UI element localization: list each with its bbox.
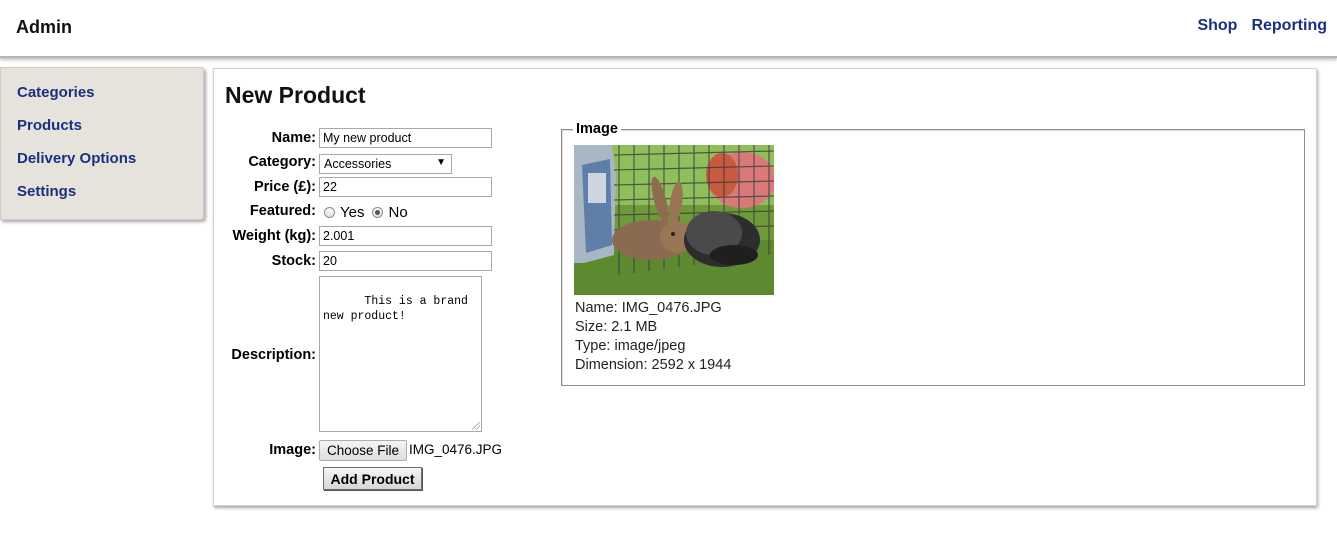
image-fieldset: Image Name: IMG_0476.JPG Size: 2.1 MB Ty… <box>561 121 1305 386</box>
image-info-size: Size: 2.1 MB <box>575 319 658 335</box>
stock-input[interactable] <box>319 251 492 271</box>
resize-grip-icon[interactable] <box>472 422 480 430</box>
rabbits-photo <box>574 145 774 295</box>
product-image-preview <box>574 145 774 295</box>
sidebar-item-products[interactable]: Products <box>17 117 203 150</box>
sidebar-item-categories[interactable]: Categories <box>17 84 203 117</box>
name-input[interactable] <box>319 128 492 148</box>
image-info-name: Name: IMG_0476.JPG <box>575 300 722 316</box>
nav-shop-link[interactable]: Shop <box>1197 17 1237 35</box>
sidebar-item-settings[interactable]: Settings <box>17 183 203 216</box>
top-header: Admin Shop Reporting <box>0 0 1337 58</box>
weight-input[interactable] <box>319 226 492 246</box>
description-label: Description: <box>231 347 316 363</box>
weight-label: Weight (kg): <box>232 228 317 244</box>
featured-yes-radio[interactable] <box>324 207 335 218</box>
image-fieldset-legend: Image <box>573 121 621 137</box>
stock-label: Stock: <box>271 253 316 269</box>
description-textarea[interactable]: This is a brand new product! <box>319 276 482 432</box>
image-info-dimension: Dimension: 2592 x 1944 <box>575 357 732 373</box>
add-product-button[interactable]: Add Product <box>323 467 422 490</box>
featured-no-label: No <box>388 204 408 221</box>
featured-yes-label: Yes <box>340 204 365 221</box>
sidebar-item-delivery-options[interactable]: Delivery Options <box>17 150 203 183</box>
nav-reporting-link[interactable]: Reporting <box>1251 17 1327 35</box>
image-label: Image: <box>269 442 316 458</box>
brand-title: Admin <box>16 17 72 37</box>
featured-no-radio[interactable] <box>372 207 384 218</box>
page-title: New Product <box>225 82 366 108</box>
category-label: Category: <box>248 154 316 170</box>
name-label: Name: <box>271 130 316 146</box>
sidebar: Categories Products Delivery Options Set… <box>0 67 204 220</box>
featured-label: Featured: <box>249 203 316 219</box>
image-info-type: Type: image/jpeg <box>575 338 686 354</box>
chosen-file-name: IMG_0476.JPG <box>409 442 503 457</box>
category-selected-value: Accessories <box>324 157 392 171</box>
dropdown-arrow-icon: ▼ <box>436 157 446 168</box>
top-nav: Shop Reporting <box>1197 17 1327 35</box>
price-input[interactable] <box>319 177 492 197</box>
description-text: This is a brand new product! <box>323 295 475 323</box>
image-info: Name: IMG_0476.JPG Size: 2.1 MB Type: im… <box>575 299 731 375</box>
price-label: Price (£): <box>253 179 316 195</box>
featured-radio-group: Yes No <box>324 204 416 221</box>
category-select[interactable]: Accessories ▼ <box>319 154 452 174</box>
choose-file-button[interactable]: Choose File <box>319 440 408 461</box>
main-panel: New Product Name: Category: Accessories … <box>213 68 1317 506</box>
